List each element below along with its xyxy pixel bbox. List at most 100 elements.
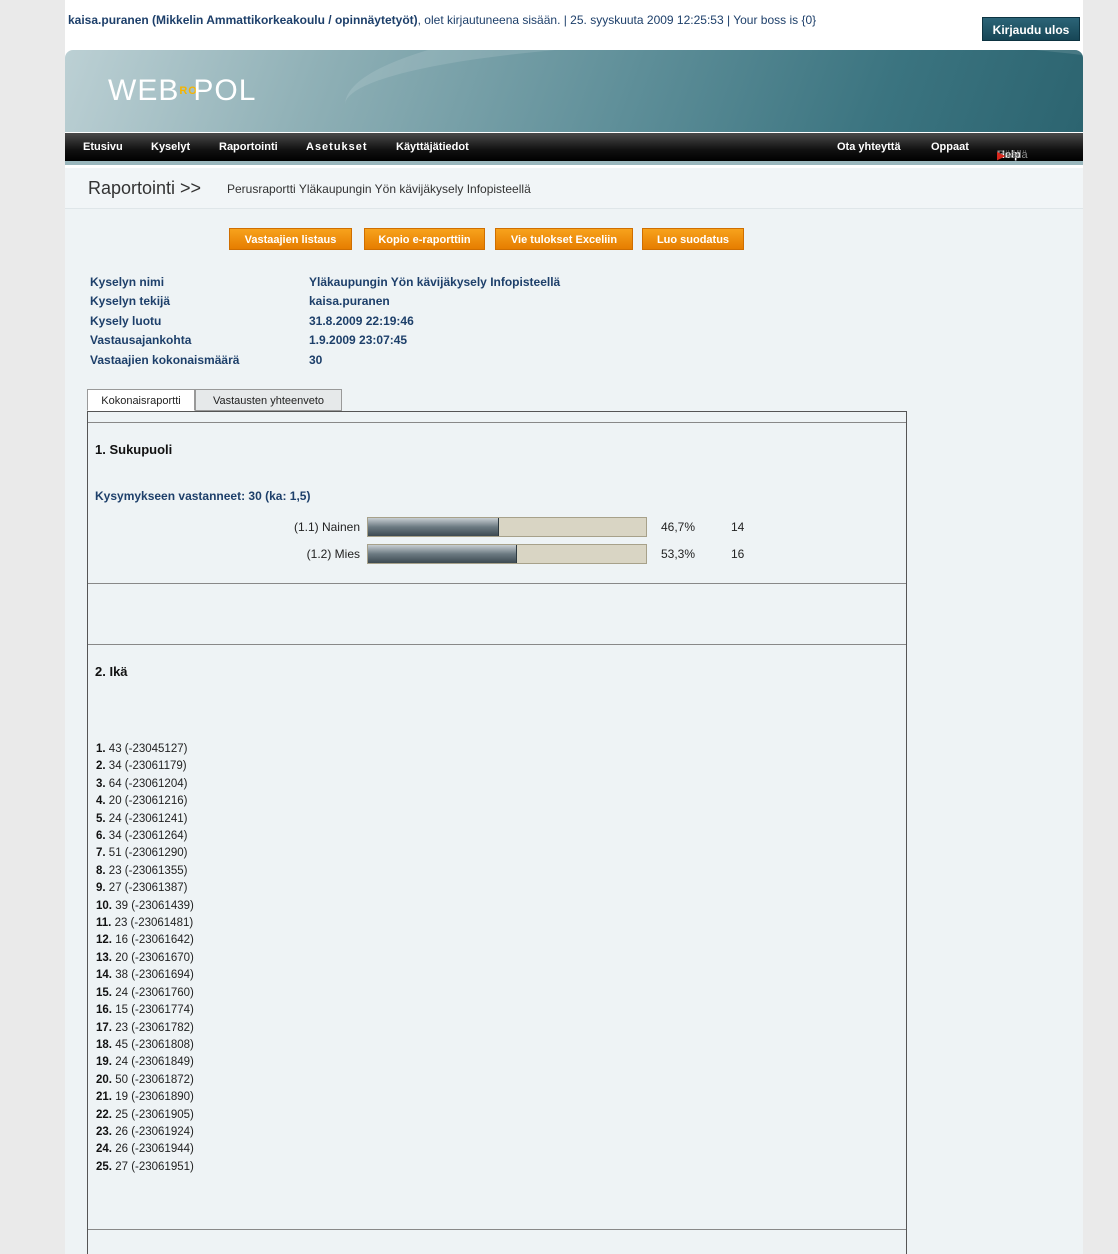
answer-number: 1.: [96, 743, 106, 755]
nav-raportointi[interactable]: Raportointi: [219, 141, 278, 153]
answer-item: 8. 23 (-23061355): [96, 863, 194, 880]
info-label-name: Kyselyn nimi: [90, 275, 165, 289]
main-nav: Etusivu Kyselyt Raportointi Asetukset Kä…: [65, 133, 1083, 165]
logout-button[interactable]: Kirjaudu ulos: [982, 17, 1080, 41]
answer-item: 3. 64 (-23061204): [96, 776, 194, 793]
answer-item: 23. 26 (-23061924): [96, 1124, 194, 1141]
info-label-response-time: Vastausajankohta: [90, 333, 192, 347]
answer-text: 26 (-23061944): [115, 1143, 194, 1156]
info-value-response-time: 1.9.2009 23:07:45: [309, 333, 408, 347]
answer-text: 23 (-23061355): [108, 864, 188, 877]
copy-to-ereport-button[interactable]: Kopio e-raporttiin: [364, 228, 485, 250]
question-1-title: 1. Sukupuoli: [95, 442, 173, 457]
answer-item: 21. 19 (-23061890): [96, 1089, 194, 1106]
answer-item: 18. 45 (-23061808): [96, 1037, 194, 1054]
answer-number: 12.: [96, 934, 112, 947]
export-excel-button[interactable]: Vie tulokset Exceliin: [495, 228, 633, 250]
answer-number: 6.: [96, 830, 106, 843]
answer-item: 10. 39 (-23061439): [96, 898, 194, 915]
answer-number: 25.: [96, 1160, 112, 1173]
answer-number: 7.: [96, 847, 106, 860]
report-panel: 1. Sukupuoli Kysymykseen vastanneet: 30 …: [87, 411, 907, 1254]
answer-number: 4.: [96, 795, 106, 808]
tab-vastausten-yhteenveto[interactable]: Vastausten yhteenveto: [195, 389, 342, 411]
count-nainen: 14: [731, 520, 745, 534]
answer-number: 11.: [96, 917, 112, 930]
login-status: kaisa.puranen (Mikkelin Ammattikorkeakou…: [68, 12, 838, 29]
answer-item: 5. 24 (-23061241): [96, 811, 194, 828]
answer-number: 23.: [96, 1125, 112, 1138]
bar-nainen: [367, 517, 647, 537]
nav-kayttajatiedot[interactable]: Käyttäjätiedot: [396, 141, 469, 153]
answer-text: 34 (-23061179): [108, 760, 187, 773]
page-margin: [0, 0, 65, 1254]
answer-number: 19.: [96, 1056, 112, 1069]
answer-text: 50 (-23061872): [115, 1073, 194, 1086]
answer-item: 25. 27 (-23061951): [96, 1159, 194, 1176]
nav-ota-yhteytta[interactable]: Ota yhteyttä: [837, 141, 901, 153]
respondents-list-button[interactable]: Vastaajien listaus: [229, 228, 352, 250]
banner-swoosh: [345, 50, 1083, 132]
bar-fill-mies: [368, 545, 517, 563]
breadcrumb: Raportointi >> Perusraportti Yläkaupungi…: [65, 168, 1083, 209]
answer-number: 15.: [96, 986, 112, 999]
answer-item: 12. 16 (-23061642): [96, 932, 194, 949]
answer-number: 14.: [96, 969, 112, 982]
answer-item: 15. 24 (-23061760): [96, 985, 194, 1002]
answer-text: 38 (-23061694): [115, 969, 194, 982]
question-2-section: 2. Ikä 1. 43 (-23045127) 2. 34 (-23061179…: [88, 644, 906, 1230]
answer-item: 6. 34 (-23061264): [96, 828, 194, 845]
answer-number: 21.: [96, 1091, 112, 1104]
answer-number: 8.: [96, 864, 106, 877]
nav-kyselyt[interactable]: Kyselyt: [151, 141, 190, 153]
answer-text: 43 (-23045127): [108, 743, 188, 755]
tab-kokonaisraportti[interactable]: Kokonaisraportti: [87, 389, 195, 411]
create-filter-button[interactable]: Luo suodatus: [642, 228, 744, 250]
user-name[interactable]: kaisa.puranen (Mikkelin Ammattikorkeakou…: [68, 13, 418, 27]
answer-text: 20 (-23061670): [115, 951, 194, 964]
answer-item: 17. 23 (-23061782): [96, 1020, 194, 1037]
answer-text: 16 (-23061642): [115, 934, 194, 947]
answer-item: 19. 24 (-23061849): [96, 1054, 194, 1071]
help-arrow-icon: ▶: [997, 150, 1006, 162]
nav-oppaat[interactable]: Oppaat: [931, 141, 969, 153]
answer-text: 64 (-23061204): [108, 777, 188, 790]
answer-item: 2. 34 (-23061179): [96, 758, 194, 775]
answer-item: 4. 20 (-23061216): [96, 793, 194, 810]
answer-number: 2.: [96, 760, 106, 773]
answer-text: 19 (-23061890): [115, 1091, 194, 1104]
logo-pol: POL: [193, 74, 257, 107]
answer-number: 20.: [96, 1073, 112, 1086]
answer-item: 11. 23 (-23061481): [96, 915, 194, 932]
pct-nainen: 46,7%: [661, 520, 696, 534]
option-label-mies: (1.2) Mies: [306, 547, 360, 561]
answers-list: 1. 43 (-23045127) 2. 34 (-23061179) 3. 64 …: [96, 741, 194, 1176]
answer-text: 34 (-23061264): [108, 830, 188, 843]
answer-text: 25 (-23061905): [115, 1108, 194, 1121]
logo-web: WEB: [108, 74, 180, 107]
nav-asetukset[interactable]: Asetukset: [306, 141, 368, 153]
page-title: Raportointi >>: [88, 178, 202, 198]
answer-number: 18.: [96, 1038, 112, 1051]
answer-item: 16. 15 (-23061774): [96, 1002, 194, 1019]
answer-item: 13. 20 (-23061670): [96, 950, 194, 967]
answer-item: 7. 51 (-23061290): [96, 845, 194, 862]
answer-item: 1. 43 (-23045127): [96, 741, 194, 758]
answer-text: 24 (-23061760): [115, 986, 194, 999]
answer-number: 22.: [96, 1108, 112, 1121]
bar-fill-nainen: [368, 518, 499, 536]
answer-text: 27 (-23061387): [108, 882, 188, 895]
nav-etusivu[interactable]: Etusivu: [83, 141, 123, 153]
pct-mies: 53,3%: [661, 547, 696, 561]
answer-text: 45 (-23061808): [115, 1038, 194, 1051]
answer-text: 51 (-23061290): [108, 847, 188, 860]
answer-item: 20. 50 (-23061872): [96, 1072, 194, 1089]
answer-number: 16.: [96, 1004, 112, 1017]
answer-number: 9.: [96, 882, 106, 895]
info-value-created: 31.8.2009 22:19:46: [309, 314, 414, 328]
answer-text: 27 (-23061951): [115, 1160, 194, 1173]
answer-item: 9. 27 (-23061387): [96, 880, 194, 897]
answer-number: 10.: [96, 899, 112, 912]
question-2-title: 2. Ikä: [95, 664, 128, 679]
webropol-logo[interactable]: WEBROPOL: [108, 74, 256, 108]
